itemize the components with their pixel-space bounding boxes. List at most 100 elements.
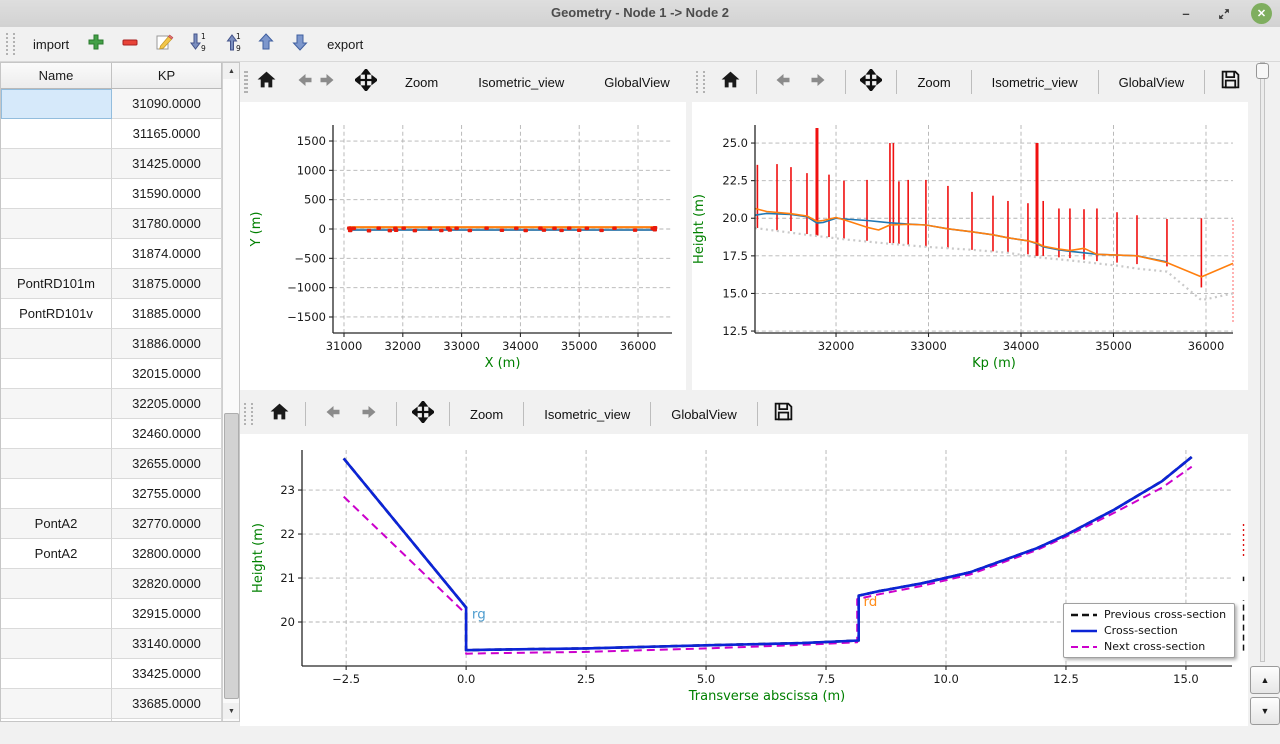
table-cell-name[interactable] [1,89,112,119]
import-button[interactable]: import [25,34,77,55]
back-button[interactable] [314,399,350,429]
scrollbar-thumb[interactable] [224,413,239,699]
plot-toolbar-grip[interactable] [244,71,248,93]
table-cell-kp[interactable]: 31165.0000 [112,119,222,149]
table-cell-kp[interactable]: 33140.0000 [112,629,222,659]
profile-view-chart[interactable]: 320003300034000350003600012.515.017.520.… [692,102,1248,390]
zoom-button[interactable]: Zoom [393,70,450,95]
column-header-name[interactable]: Name [1,63,112,88]
table-cell-name[interactable] [1,689,112,719]
zoom-button[interactable]: Zoom [458,402,515,427]
table-cell-name[interactable] [1,209,112,239]
table-cell-kp[interactable]: 32755.0000 [112,479,222,509]
toolbar-grip[interactable] [6,33,15,55]
isometric-view-button[interactable]: Isometric_view [532,402,642,427]
isometric-view-button[interactable]: Isometric_view [980,70,1090,95]
add-row-button[interactable] [81,31,111,57]
cross-section-chart[interactable]: −2.50.02.55.07.510.012.515.020212223Tran… [240,434,1248,726]
export-button[interactable]: export [319,34,371,55]
table-cell-name[interactable] [1,659,112,689]
pan-up-button[interactable]: ▲ [1250,666,1280,694]
table-cell-name[interactable] [1,599,112,629]
table-cell-name[interactable] [1,179,112,209]
save-figure-button[interactable] [766,399,802,429]
home-button[interactable] [256,67,277,97]
pan-button[interactable] [854,67,889,97]
remove-row-button[interactable] [115,31,145,57]
table-cell-kp[interactable]: 31874.0000 [112,239,222,269]
table-cell-kp[interactable]: 32915.0000 [112,599,222,629]
table-cell-kp[interactable]: 31780.0000 [112,209,222,239]
table-cell-kp[interactable]: 33685.0000 [112,689,222,719]
table-cell-name[interactable] [1,389,112,419]
table-cell-name[interactable] [1,479,112,509]
back-button[interactable] [293,67,315,97]
pan-button[interactable] [355,67,377,97]
forward-button[interactable] [317,67,339,97]
table-cell-name[interactable] [1,719,112,722]
table-cell-name[interactable] [1,449,112,479]
home-button[interactable] [261,399,297,429]
table-cell-name[interactable] [1,149,112,179]
zoom-button[interactable]: Zoom [905,70,962,95]
table-cell-kp[interactable]: 32205.0000 [112,389,222,419]
isometric-view-button[interactable]: Isometric_view [466,70,576,95]
table-cell-name[interactable] [1,239,112,269]
right-scrollbar-track[interactable] [1260,62,1265,662]
table-scrollbar[interactable]: ▲ ▼ [222,63,240,721]
table-cell-name[interactable] [1,419,112,449]
table-cell-kp[interactable]: 32770.0000 [112,509,222,539]
table-cell-kp[interactable]: 32460.0000 [112,419,222,449]
forward-button[interactable] [802,67,837,97]
scroll-up-button[interactable]: ▲ [223,63,240,79]
table-cell-name[interactable] [1,629,112,659]
save-figure-button[interactable] [1213,67,1248,97]
table-cell-name[interactable] [1,329,112,359]
globalview-button[interactable]: GlobalView [659,402,749,427]
move-up-button[interactable] [251,31,281,57]
table-cell-kp[interactable]: 32800.0000 [112,539,222,569]
table-cell-kp[interactable]: 31590.0000 [112,179,222,209]
move-down-button[interactable] [285,31,315,57]
sort-ascending-button[interactable]: 19 [217,31,247,57]
plot-toolbar-grip[interactable] [696,71,705,93]
table-cell-kp[interactable] [112,719,222,722]
cross-section-toolbar: Zoom Isometric_view GlobalView [240,394,1248,434]
back-button[interactable] [765,67,800,97]
right-scrollbar-thumb[interactable] [1256,63,1269,79]
globalview-button[interactable]: GlobalView [592,70,682,95]
table-cell-kp[interactable]: 32015.0000 [112,359,222,389]
forward-button[interactable] [352,399,388,429]
plan-view-chart[interactable]: 310003200033000340003500036000−1500−1000… [240,102,686,390]
pan-button[interactable] [405,399,441,429]
add-icon [86,32,106,57]
plot-toolbar-grip[interactable] [244,403,253,425]
table-cell-kp[interactable]: 32820.0000 [112,569,222,599]
table-cell-kp[interactable]: 31090.0000 [112,89,222,119]
close-button[interactable]: ✕ [1251,3,1272,24]
column-header-kp[interactable]: KP [112,63,222,88]
table-cell-kp[interactable]: 32655.0000 [112,449,222,479]
table-cell-name[interactable]: PontA2 [1,539,112,569]
titlebar[interactable]: Geometry - Node 1 -> Node 2 – ✕ [0,0,1280,28]
sort-descending-button[interactable]: 19 [183,31,213,57]
restore-button[interactable] [1213,3,1235,25]
table-cell-name[interactable] [1,359,112,389]
table-cell-name[interactable]: PontRD101v [1,299,112,329]
table-cell-kp[interactable]: 31886.0000 [112,329,222,359]
table-cell-kp[interactable]: 31425.0000 [112,149,222,179]
table-cell-name[interactable]: PontA2 [1,509,112,539]
table-cell-name[interactable] [1,119,112,149]
table-cell-name[interactable] [1,569,112,599]
globalview-button[interactable]: GlobalView [1107,70,1197,95]
table-cell-kp[interactable]: 33425.0000 [112,659,222,689]
table-cell-kp[interactable]: 31875.0000 [112,269,222,299]
home-button[interactable] [713,67,748,97]
pan-down-button[interactable]: ▼ [1250,697,1280,725]
table-cell-kp[interactable]: 31885.0000 [112,299,222,329]
table-row: 32915.0000 [1,599,222,629]
edit-button[interactable] [149,31,179,57]
scroll-down-button[interactable]: ▼ [223,703,240,719]
table-cell-name[interactable]: PontRD101m [1,269,112,299]
minimize-button[interactable]: – [1175,3,1197,25]
